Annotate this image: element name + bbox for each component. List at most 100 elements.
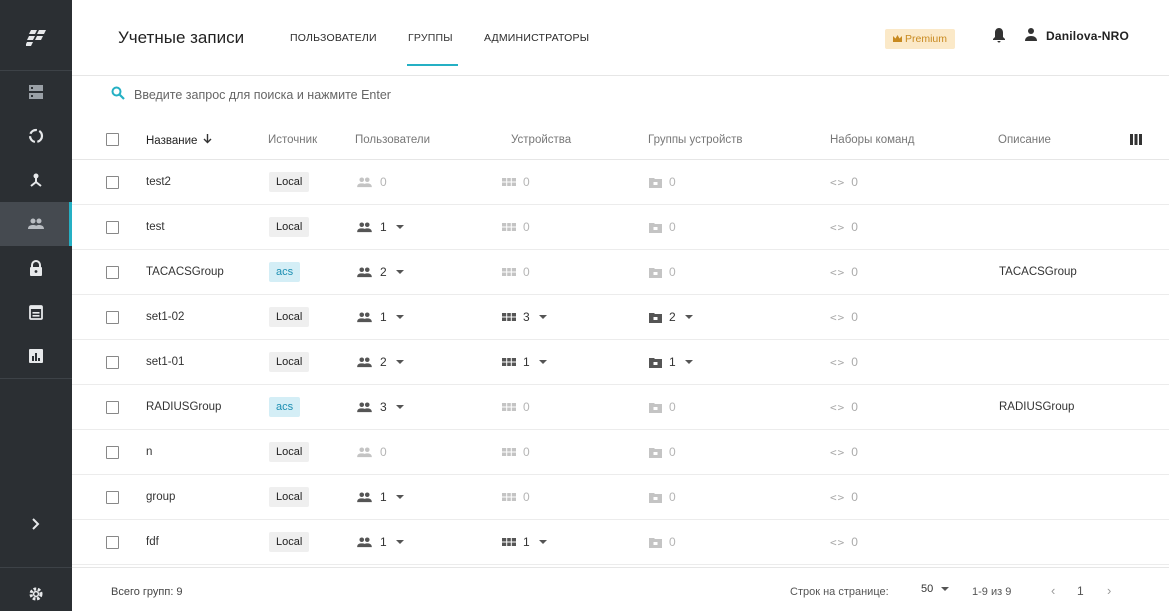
source-badge: acs — [269, 397, 301, 417]
column-device-groups[interactable]: Группы устройств — [648, 134, 743, 146]
devices-icon — [502, 403, 516, 411]
folder-icon — [649, 492, 662, 503]
users-count[interactable]: 1 — [356, 490, 404, 504]
premium-badge[interactable]: Premium — [885, 29, 956, 49]
select-all-checkbox[interactable] — [106, 133, 119, 146]
source-badge: Local — [269, 307, 310, 327]
group-name[interactable]: n — [146, 430, 152, 474]
chevron-down-icon — [395, 540, 404, 544]
source-badge: Local — [269, 352, 310, 372]
group-name[interactable]: TACACSGroup — [146, 250, 224, 294]
table-row[interactable]: test2 Local 0 0 0 <> 0 — [72, 160, 1169, 205]
devices-count: 0 — [502, 220, 530, 234]
folder-icon — [649, 537, 662, 548]
row-checkbox[interactable] — [106, 355, 119, 369]
chevron-down-icon — [395, 270, 404, 274]
table-row[interactable]: fdf Local 1 1 0 <> 0 — [72, 520, 1169, 565]
table-row[interactable]: set1-02 Local 1 3 2 <> 0 — [72, 295, 1169, 340]
group-name[interactable]: set1-02 — [146, 295, 184, 339]
users-count[interactable]: 1 — [356, 535, 404, 549]
group-name[interactable]: RADIUSGroup — [146, 385, 221, 429]
column-users[interactable]: Пользователи — [355, 134, 430, 146]
group-name[interactable]: test2 — [146, 160, 171, 204]
prev-page-button[interactable]: ‹ — [1051, 583, 1055, 598]
devices-icon — [502, 493, 516, 501]
table-row[interactable]: set1-01 Local 2 1 1 <> 0 — [72, 340, 1169, 385]
servers-icon[interactable] — [0, 70, 72, 114]
search-input[interactable] — [134, 87, 534, 102]
group-name[interactable]: test — [146, 205, 165, 249]
column-source[interactable]: Источник — [268, 134, 317, 146]
bell-icon[interactable] — [992, 27, 1006, 46]
command-sets-count-value: 0 — [851, 400, 858, 414]
users-icon — [356, 491, 373, 503]
devices-icon — [502, 223, 516, 231]
settings-icon[interactable] — [0, 572, 72, 611]
sessions-icon[interactable] — [0, 114, 72, 158]
source-badge: Local — [269, 487, 310, 507]
expand-icon[interactable] — [0, 502, 72, 546]
users-count[interactable]: 3 — [356, 400, 404, 414]
row-checkbox[interactable] — [106, 490, 119, 504]
table-row[interactable]: TACACSGroup acs 2 0 0 <> 0 TACACSGroup — [72, 250, 1169, 295]
device-groups-count[interactable]: 1 — [649, 355, 693, 369]
folder-icon — [649, 222, 662, 233]
devices-count-value: 0 — [523, 445, 530, 459]
users-count-value: 1 — [380, 490, 387, 504]
users-count[interactable]: 2 — [356, 355, 404, 369]
devices-count[interactable]: 1 — [502, 355, 547, 369]
row-checkbox[interactable] — [106, 445, 119, 459]
device-groups-count: 0 — [649, 175, 676, 189]
calendar-icon[interactable] — [0, 290, 72, 334]
row-checkbox[interactable] — [106, 400, 119, 414]
reports-icon[interactable] — [0, 334, 72, 378]
table-row[interactable]: test Local 1 0 0 <> 0 — [72, 205, 1169, 250]
groups-icon[interactable] — [0, 202, 72, 246]
group-name[interactable]: group — [146, 475, 175, 519]
users-count[interactable]: 1 — [356, 220, 404, 234]
users-count-value: 0 — [380, 445, 387, 459]
next-page-button[interactable]: › — [1107, 583, 1111, 598]
table-row[interactable]: group Local 1 0 0 <> 0 — [72, 475, 1169, 520]
users-count[interactable]: 2 — [356, 265, 404, 279]
columns-toggle-icon[interactable] — [1130, 134, 1142, 148]
devices-icon — [502, 448, 516, 456]
column-devices[interactable]: Устройства — [511, 134, 571, 146]
chevron-down-icon — [395, 405, 404, 409]
command-sets-count: <> 0 — [830, 310, 858, 324]
group-name[interactable]: set1-01 — [146, 340, 184, 384]
chevron-down-icon — [538, 360, 547, 364]
network-icon[interactable] — [0, 158, 72, 202]
row-checkbox[interactable] — [106, 535, 119, 549]
row-checkbox[interactable] — [106, 265, 119, 279]
devices-count[interactable]: 3 — [502, 310, 547, 324]
users-icon — [356, 536, 373, 548]
tab-admins[interactable]: АДМИНИСТРАТОРЫ — [484, 32, 589, 44]
devices-count-value: 0 — [523, 175, 530, 189]
rows-per-page-select[interactable]: 50 — [921, 583, 950, 595]
user-menu[interactable]: Danilova-NRO — [1024, 27, 1129, 44]
table-row[interactable]: RADIUSGroup acs 3 0 0 <> 0 RADIUSGroup — [72, 385, 1169, 430]
tab-groups[interactable]: ГРУППЫ — [408, 32, 453, 44]
device-groups-count-value: 1 — [669, 355, 676, 369]
current-page[interactable]: 1 — [1077, 584, 1084, 598]
logo-icon[interactable] — [0, 16, 72, 60]
column-command-sets[interactable]: Наборы команд — [830, 134, 914, 146]
column-name[interactable]: Название — [146, 134, 212, 147]
users-count[interactable]: 1 — [356, 310, 404, 324]
crown-icon — [893, 33, 902, 45]
column-description[interactable]: Описание — [998, 134, 1051, 146]
row-checkbox[interactable] — [106, 220, 119, 234]
table-row[interactable]: n Local 0 0 0 <> 0 — [72, 430, 1169, 475]
rows-per-page-label: Строк на странице: — [790, 586, 889, 598]
devices-count[interactable]: 1 — [502, 535, 547, 549]
row-checkbox[interactable] — [106, 310, 119, 324]
chevron-down-icon — [395, 225, 404, 229]
command-sets-count: <> 0 — [830, 355, 858, 369]
row-checkbox[interactable] — [106, 175, 119, 189]
tab-users[interactable]: ПОЛЬЗОВАТЕЛИ — [290, 32, 377, 44]
group-name[interactable]: fdf — [146, 520, 159, 564]
lock-icon[interactable] — [0, 246, 72, 290]
command-sets-count-value: 0 — [851, 445, 858, 459]
device-groups-count[interactable]: 2 — [649, 310, 693, 324]
